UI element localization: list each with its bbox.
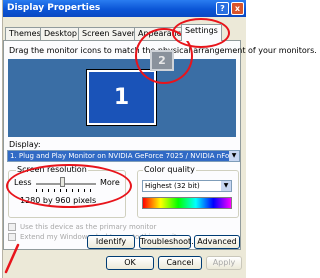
annotation-pen-mark-icon (4, 243, 20, 274)
tab-settings[interactable]: Settings (181, 24, 222, 41)
